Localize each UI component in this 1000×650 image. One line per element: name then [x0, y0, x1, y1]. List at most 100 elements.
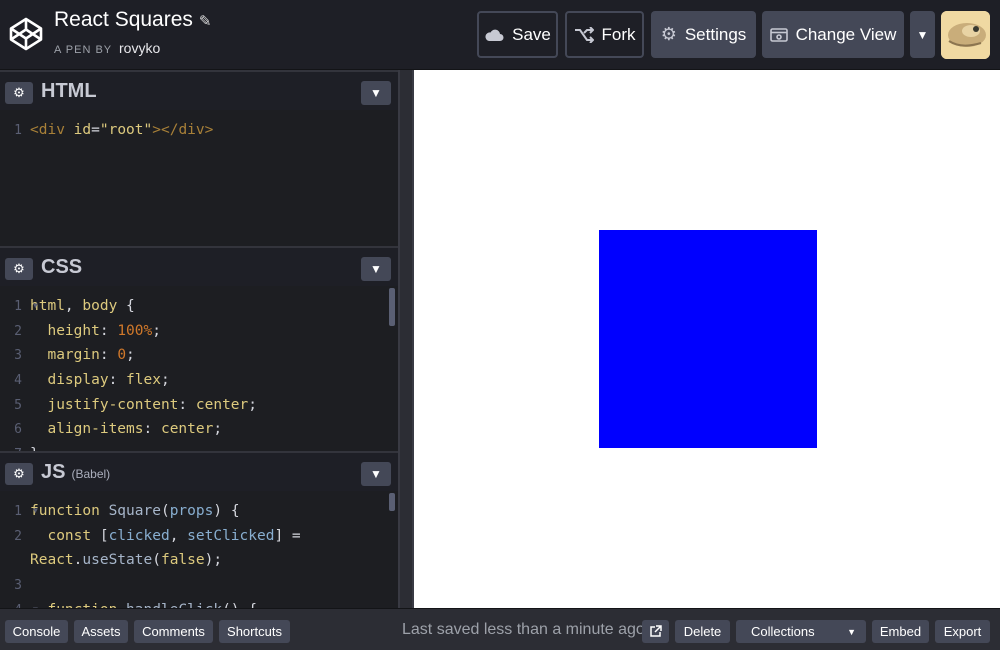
gear-icon: ⚙: [660, 24, 677, 44]
collections-dropdown[interactable]: Collections ▼: [736, 620, 866, 643]
code-token: ></div>: [152, 122, 214, 138]
change-view-button-label: Change View: [795, 24, 897, 44]
html-panel-options-chevron-icon[interactable]: ▼: [361, 81, 391, 105]
code-token: ) {: [213, 503, 240, 519]
code-token: body: [82, 298, 118, 314]
js-preprocessor-label: (Babel): [71, 467, 111, 481]
code-token: center: [195, 396, 249, 413]
pen-title[interactable]: React Squares ✎: [54, 8, 212, 32]
code-token: ;: [152, 322, 161, 339]
console-button[interactable]: Console: [5, 620, 68, 643]
css-panel-header: ⚙ CSS ▼: [0, 246, 398, 286]
line-number: 1: [14, 299, 22, 314]
comments-button[interactable]: Comments: [134, 620, 213, 643]
code-line[interactable]: 4 display: flex;: [0, 368, 398, 393]
css-scrollbar[interactable]: [389, 288, 395, 326]
code-token: display: [30, 372, 109, 389]
fork-button[interactable]: Fork: [565, 11, 644, 58]
editors-column: ⚙ HTML ▼ 1 <div id="root"></div> ⚙ CSS ▼ …: [0, 70, 400, 608]
code-token: 100%: [117, 322, 153, 339]
code-token: :: [99, 322, 118, 339]
code-line[interactable]: 6 align-items: center;: [0, 417, 398, 442]
code-line[interactable]: 1 <div id="root"></div>: [0, 118, 398, 143]
fold-arrow-icon[interactable]: ▼: [33, 598, 38, 608]
line-number: 1: [14, 123, 22, 138]
code-line[interactable]: 1 ▼ function Square(props) {: [0, 499, 398, 524]
code-token: :: [99, 347, 118, 364]
resizer-handle[interactable]: [400, 70, 412, 608]
code-token: align-items: [30, 421, 144, 438]
settings-button[interactable]: ⚙ Settings: [651, 11, 756, 58]
html-settings-gear-icon[interactable]: ⚙: [5, 82, 33, 104]
code-line[interactable]: 3: [0, 573, 398, 598]
css-editor-panel: ⚙ CSS ▼ 1 ▼ html, body {2 height: 100%; 3 m…: [0, 246, 398, 452]
top-bar: React Squares ✎ A PEN BY rovyko Save Fork…: [0, 0, 1000, 70]
code-token: 0: [117, 347, 127, 364]
line-number: 2: [14, 528, 22, 544]
code-token: Square: [108, 503, 161, 519]
codepen-logo-icon[interactable]: [8, 16, 44, 52]
html-panel-title: HTML: [41, 80, 97, 102]
result-preview[interactable]: [414, 70, 1000, 608]
code-line[interactable]: 5 justify-content: center;: [0, 393, 398, 418]
code-token: ;: [213, 421, 223, 438]
code-token: "root": [99, 122, 153, 138]
code-token: <div: [30, 122, 74, 138]
assets-button[interactable]: Assets: [74, 620, 128, 643]
code-token: =: [91, 122, 100, 138]
blue-square[interactable]: [599, 230, 817, 448]
code-token: center: [160, 421, 214, 438]
code-line[interactable]: 3 margin: 0;: [0, 343, 398, 368]
code-token: ,: [64, 298, 83, 314]
code-line[interactable]: 2 const [clicked, setClicked] =: [0, 524, 398, 549]
code-token: setClicked: [187, 527, 275, 544]
html-code-area[interactable]: 1 <div id="root"></div>: [0, 110, 398, 143]
settings-button-label: Settings: [684, 24, 747, 44]
layout-icon: [769, 27, 788, 42]
code-line[interactable]: 1 ▼ html, body {: [0, 294, 398, 319]
user-avatar[interactable]: [941, 11, 990, 59]
line-number: 6: [14, 422, 22, 438]
code-token: ] =: [274, 527, 301, 544]
shortcuts-button[interactable]: Shortcuts: [219, 620, 290, 643]
css-panel-options-chevron-icon[interactable]: ▼: [361, 257, 391, 281]
line-number: 3: [14, 578, 22, 594]
code-line[interactable]: 4▼ function handleClick() {: [0, 598, 398, 608]
js-code-area[interactable]: 1 ▼ function Square(props) {2 const [click…: [0, 491, 398, 608]
html-panel-header: ⚙ HTML ▼: [0, 70, 398, 110]
js-scrollbar[interactable]: [389, 493, 395, 511]
js-settings-gear-icon[interactable]: ⚙: [5, 463, 33, 485]
change-view-button[interactable]: Change View: [762, 11, 904, 58]
css-code-area[interactable]: 1 ▼ html, body {2 height: 100%; 3 margin: 0…: [0, 286, 398, 452]
delete-button[interactable]: Delete: [675, 620, 730, 643]
fold-arrow-icon[interactable]: ▼: [33, 294, 38, 319]
edit-pencil-icon[interactable]: ✎: [199, 13, 212, 30]
line-number: 4: [14, 373, 22, 389]
code-token: margin: [30, 347, 100, 364]
line-number: 2: [14, 323, 22, 339]
cloud-icon: [485, 29, 504, 41]
save-button[interactable]: Save: [477, 11, 558, 58]
code-token: {: [117, 298, 135, 314]
fold-arrow-icon[interactable]: ▼: [33, 499, 38, 524]
code-token: flex: [126, 372, 161, 389]
html-editor-panel: ⚙ HTML ▼ 1 <div id="root"></div>: [0, 70, 398, 248]
js-panel-options-chevron-icon[interactable]: ▼: [361, 462, 391, 486]
code-line[interactable]: 2 height: 100%;: [0, 319, 398, 344]
code-token: :: [108, 372, 127, 389]
code-token: const: [30, 527, 100, 544]
code-token: useState: [82, 552, 153, 569]
code-token: (: [160, 503, 170, 519]
open-in-new-window-icon[interactable]: [642, 620, 669, 643]
embed-button[interactable]: Embed: [872, 620, 929, 643]
author-link[interactable]: rovyko: [119, 40, 160, 56]
code-token: ,: [169, 527, 188, 544]
code-line[interactable]: React.useState(false);: [0, 548, 398, 573]
code-token: ;: [126, 347, 135, 364]
export-button[interactable]: Export: [935, 620, 990, 643]
editor-preview-resizer[interactable]: [398, 70, 414, 608]
js-panel-header: ⚙ JS (Babel) ▼: [0, 451, 398, 491]
code-token: :: [178, 396, 196, 413]
view-dropdown-button[interactable]: ▼: [910, 11, 935, 58]
css-settings-gear-icon[interactable]: ⚙: [5, 258, 33, 280]
